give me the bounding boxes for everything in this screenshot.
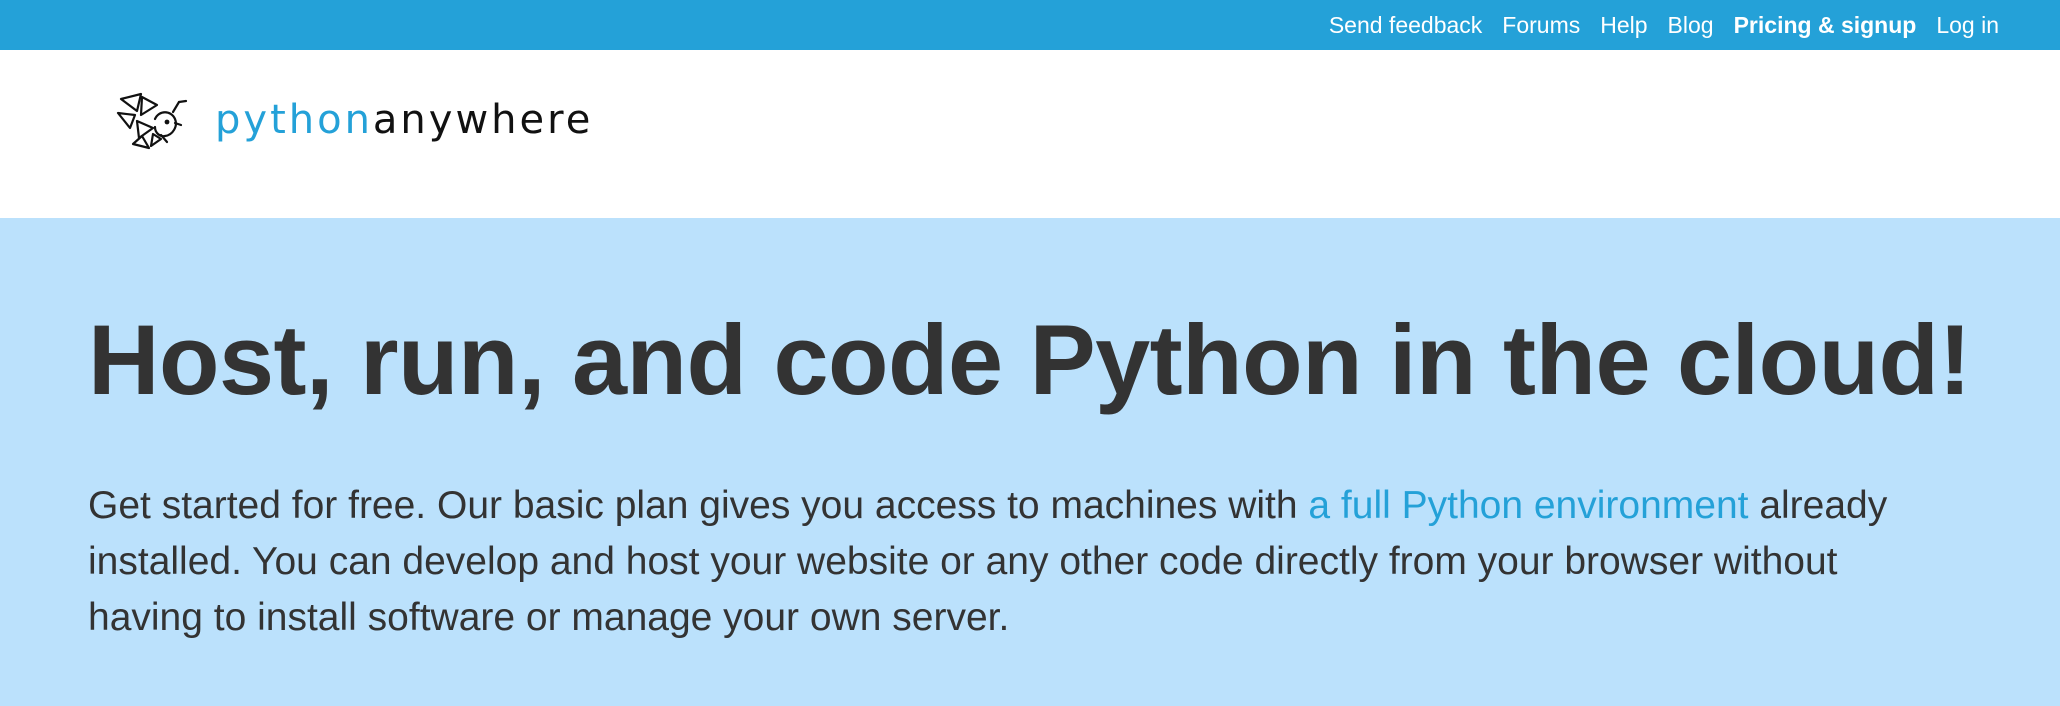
nav-send-feedback-link[interactable]: Send feedback [1329, 13, 1482, 37]
snake-logo-icon [116, 92, 188, 150]
snake-eye [164, 119, 170, 125]
hero-intro-paragraph: Get started for free. Our basic plan giv… [88, 478, 1928, 646]
hero-headline: Host, run, and code Python in the cloud! [88, 304, 1972, 415]
nav-blog-link[interactable]: Blog [1668, 13, 1714, 37]
nav-help-link[interactable]: Help [1600, 13, 1647, 37]
logo-link[interactable]: pythonanywhere [115, 90, 593, 150]
nav-login-link[interactable]: Log in [1936, 13, 1999, 37]
nav-pricing-signup-link[interactable]: Pricing & signup [1734, 13, 1917, 37]
full-python-environment-link[interactable]: a full Python environment [1308, 484, 1748, 527]
logo-python-text: python [215, 97, 373, 143]
site-header: pythonanywhere [0, 50, 2060, 218]
intro-text-before: Get started for free. Our basic plan giv… [88, 483, 1309, 527]
hero-section: Host, run, and code Python in the cloud!… [0, 218, 2060, 706]
top-nav-bar: Send feedback Forums Help Blog Pricing &… [0, 0, 2060, 50]
logo-anywhere-text: anywhere [372, 97, 594, 143]
nav-forums-link[interactable]: Forums [1502, 13, 1580, 37]
logo-wordmark: pythonanywhere [215, 100, 593, 140]
